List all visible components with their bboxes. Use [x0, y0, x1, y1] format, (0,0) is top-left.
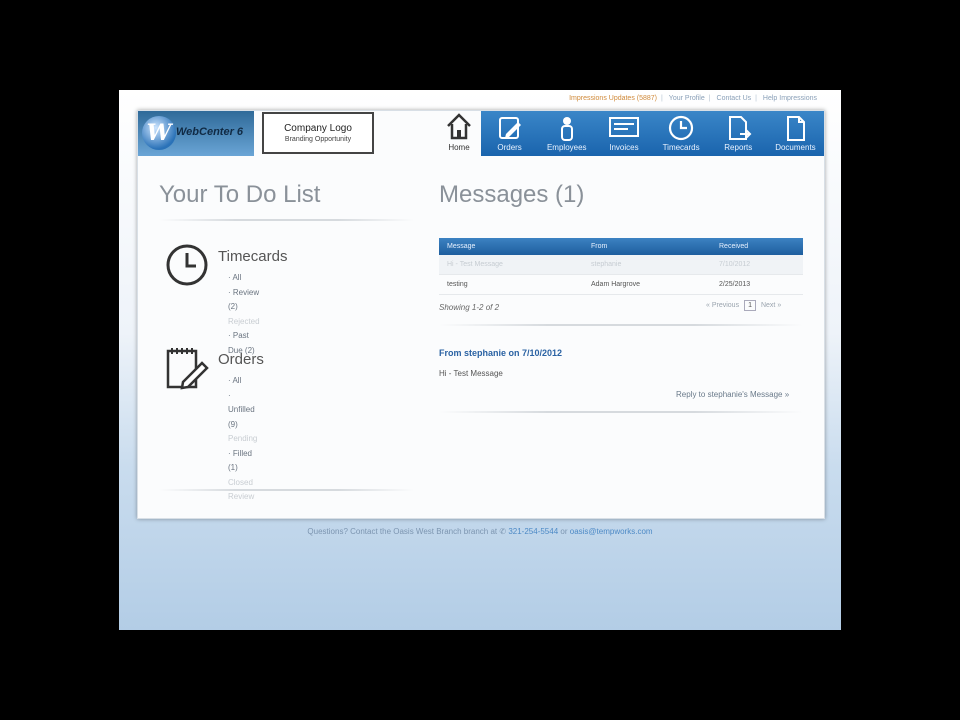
logo-text: WebCenter 6: [176, 126, 244, 138]
message-detail-header: From stephanie on 7/10/2012: [439, 348, 563, 358]
home-label: Home: [448, 143, 470, 152]
orders-all-link[interactable]: · All: [228, 374, 257, 389]
footer-email[interactable]: oasis@tempworks.com: [570, 527, 653, 536]
col-message[interactable]: Message: [447, 243, 475, 250]
orders-title: Orders: [218, 351, 264, 368]
next-page-link[interactable]: Next »: [761, 302, 781, 309]
todo-column: Your To Do List: [159, 181, 414, 221]
orders-pending-label: Pending: [228, 434, 258, 443]
messages-table: Message From Received Hi - Test Message …: [439, 238, 803, 295]
phone-icon: ✆: [499, 527, 507, 536]
orders-filled-link[interactable]: · Filled (1): [228, 447, 257, 476]
todo-bottom-divider: [159, 489, 414, 491]
top-link-contact[interactable]: Contact Us: [717, 95, 752, 102]
main-nav: Orders Employees Invoices Timecards Repo…: [481, 111, 824, 156]
paging-summary: Showing 1-2 of 2: [439, 303, 500, 312]
timecards-all-link[interactable]: · All: [228, 271, 260, 286]
person-icon: [560, 117, 573, 141]
logo-letter: W: [142, 116, 176, 150]
footer: Questions? Contact the Oasis West Branch…: [119, 527, 841, 536]
message-detail-body: Hi - Test Message: [439, 369, 503, 378]
previous-page-link[interactable]: « Previous: [706, 302, 739, 309]
timecards-title: Timecards: [218, 248, 288, 265]
orders-closed-label: Closed: [228, 477, 253, 487]
nav-documents-label: Documents: [775, 143, 816, 152]
row-message: Hi - Test Message: [447, 261, 503, 268]
footer-phone[interactable]: 321-254-5544: [508, 527, 558, 536]
row-received: 7/10/2012: [719, 261, 751, 268]
nav-employees-label: Employees: [546, 143, 587, 152]
nav-home[interactable]: Home: [440, 111, 478, 156]
row-received: 2/25/2013: [719, 281, 751, 288]
top-links: Impressions Updates (5887) | Your Profile…: [569, 95, 817, 102]
page-number[interactable]: 1: [744, 300, 756, 311]
nav-invoices[interactable]: Invoices: [595, 111, 652, 156]
invoice-icon: [608, 117, 639, 137]
document-icon: [787, 116, 806, 141]
nav-timecards[interactable]: Timecards: [653, 111, 710, 156]
messages-column: Messages (1): [439, 181, 803, 209]
col-received[interactable]: Received: [719, 243, 748, 250]
webcenter-logo[interactable]: W WebCenter 6: [138, 111, 254, 156]
timecards-rejected-label: Rejected: [228, 316, 260, 326]
message-detail-divider: [439, 411, 803, 413]
nav-reports-label: Reports: [724, 143, 753, 152]
orders-links: · All · Unfilled (9) Pending · Filled (1…: [228, 374, 257, 505]
top-link-help[interactable]: Help Impressions: [763, 95, 817, 102]
top-link-updates[interactable]: Impressions Updates (5887): [569, 95, 657, 102]
orders-review-label: Review: [228, 492, 255, 501]
nav-invoices-label: Invoices: [609, 143, 639, 152]
nav-timecards-label: Timecards: [662, 143, 700, 152]
col-from[interactable]: From: [591, 243, 607, 250]
pencil-icon: [498, 117, 521, 139]
todo-divider: [159, 219, 414, 221]
table-row[interactable]: Hi - Test Message stephanie 7/10/2012: [439, 255, 803, 275]
nav-orders-label: Orders: [497, 143, 522, 152]
timecards-review-link[interactable]: · Review (2): [228, 286, 260, 315]
main-card: W WebCenter 6 Company Logo Branding Oppo…: [137, 110, 825, 519]
company-logo-placeholder: Company Logo Branding Opportunity: [262, 112, 374, 154]
reply-link[interactable]: Reply to stephanie's Message »: [676, 390, 789, 399]
messages-table-header: Message From Received: [439, 238, 803, 255]
nav-employees[interactable]: Employees: [538, 111, 595, 156]
company-logo-title: Company Logo: [284, 123, 352, 134]
app-screen: Impressions Updates (5887) | Your Profile…: [119, 90, 841, 630]
company-logo-subtitle: Branding Opportunity: [284, 136, 352, 143]
pagination: « Previous 1 Next »: [706, 300, 781, 311]
nav-orders[interactable]: Orders: [481, 111, 538, 156]
orders-unfilled-link[interactable]: · Unfilled (9): [228, 389, 257, 433]
messages-divider: [439, 324, 803, 326]
row-message: testing: [447, 281, 468, 288]
todo-title: Your To Do List: [159, 181, 321, 208]
home-icon: [447, 113, 471, 140]
timecards-links: · All · Review (2) Rejected · Past Due (…: [228, 271, 260, 358]
footer-or: or: [560, 527, 568, 536]
header: W WebCenter 6 Company Logo Branding Oppo…: [138, 111, 824, 156]
clock-icon: [668, 115, 694, 141]
table-row[interactable]: testing Adam Hargrove 2/25/2013: [439, 275, 803, 295]
nav-documents[interactable]: Documents: [767, 111, 824, 156]
row-from: stephanie: [591, 261, 622, 268]
notepad-pencil-icon: [166, 348, 209, 390]
messages-title: Messages (1): [439, 181, 585, 208]
nav-reports[interactable]: Reports: [710, 111, 767, 156]
footer-text: Questions? Contact the Oasis West Branch…: [307, 527, 498, 536]
clock-icon: [166, 244, 208, 286]
row-from: Adam Hargrove: [591, 281, 641, 288]
top-link-profile[interactable]: Your Profile: [669, 95, 705, 102]
report-icon: [729, 116, 752, 140]
